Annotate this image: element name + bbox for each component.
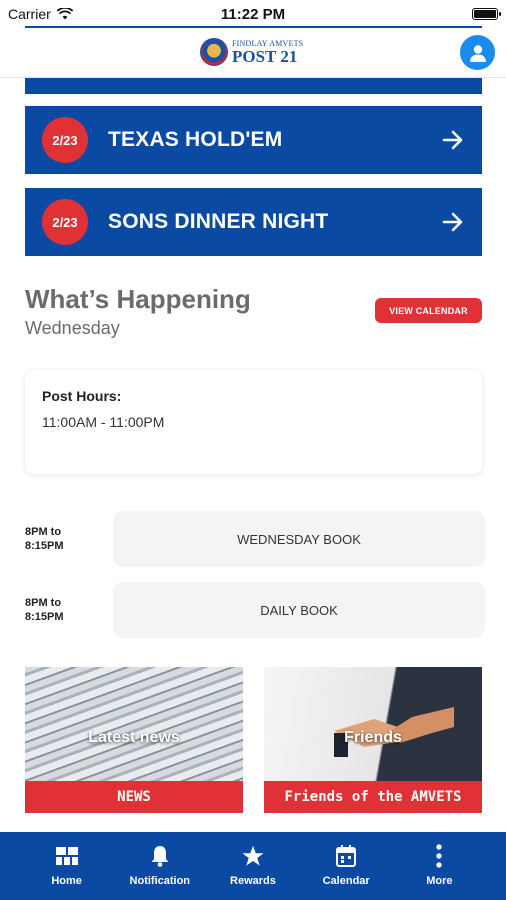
status-bar: Carrier 11:22 PM [0,0,506,28]
tab-label: Calendar [322,875,370,887]
status-left: Carrier [8,6,73,22]
post-hours-card: Post Hours: 11:00AM - 11:00PM [25,370,482,474]
logo-line2: POST 21 [232,46,298,66]
event-date-badge: 2/23 [42,117,88,163]
bottom-tab-bar: Home Notification Rewards Calendar More [0,832,506,900]
status-time: 11:22 PM [220,5,286,23]
tab-label: More [426,875,453,887]
tab-label: Home [51,875,82,887]
event-banner-sons-dinner[interactable]: 2/23 SONS DINNER NIGHT [25,188,482,256]
logo-text: FINDLAY AMVETS POST 21 [232,39,303,66]
tab-rewards[interactable]: Rewards [213,845,293,887]
tile-overlay-text: Friends [344,729,402,746]
battery-fill [474,10,496,18]
tab-label: Rewards [230,875,276,887]
bell-icon [151,845,169,867]
battery-icon [472,8,501,20]
schedule-time-start: 8PM to [25,526,62,538]
user-icon [469,44,486,62]
schedule-item[interactable]: DAILY BOOK [113,582,485,638]
more-vertical-icon [436,844,443,868]
event-banner-texas-holdem[interactable]: 2/23 TEXAS HOLD'EM [25,106,482,174]
tab-home[interactable]: Home [27,845,107,887]
schedule-time-end: 8:15PM [25,540,64,552]
profile-button[interactable] [460,35,495,70]
carrier-label: Carrier [8,6,51,22]
schedule-time: 8PM to 8:15PM [25,525,95,553]
arrow-right-icon [442,212,463,232]
amvets-seal-icon [200,38,228,66]
schedule-row: 8PM to 8:15PM WEDNESDAY BOOK [25,511,485,567]
schedule-time-end: 8:15PM [25,611,64,623]
tab-calendar[interactable]: Calendar [306,845,386,887]
star-icon [242,845,264,867]
schedule-time: 8PM to 8:15PM [25,596,95,624]
post-hours-value: 11:00AM - 11:00PM [42,414,165,430]
event-date-badge: 2/23 [42,199,88,245]
section-day: Wednesday [25,318,120,338]
tab-label: Notification [129,875,191,887]
schedule-time-start: 8PM to [25,597,62,609]
tile-overlay-text: Latest news [88,729,180,746]
app-header: FINDLAY AMVETS POST 21 [0,28,506,78]
tile-caption: NEWS [25,781,243,813]
tile-caption: Friends of the AMVETS [264,781,482,813]
schedule-row: 8PM to 8:15PM DAILY BOOK [25,582,485,638]
event-title: SONS DINNER NIGHT [108,210,329,233]
section-title: What’s Happening [25,284,251,314]
wifi-icon [56,8,73,20]
event-title: TEXAS HOLD'EM [108,128,283,151]
newspapers-image [25,667,243,781]
grid-icon [55,845,78,867]
news-tile[interactable]: Latest news NEWS [25,667,243,813]
post-hours-label: Post Hours: [42,388,122,404]
calendar-icon [336,845,357,867]
tab-notification[interactable]: Notification [120,845,200,887]
handshake-icon [334,707,454,757]
handshake-image [264,667,482,781]
schedule-item[interactable]: WEDNESDAY BOOK [113,511,485,567]
arrow-right-icon [442,130,463,150]
view-calendar-button[interactable]: VIEW CALENDAR [375,298,482,323]
tab-more[interactable]: More [399,844,479,887]
post-logo: FINDLAY AMVETS POST 21 [200,38,303,66]
friends-tile[interactable]: Friends Friends of the AMVETS [264,667,482,813]
